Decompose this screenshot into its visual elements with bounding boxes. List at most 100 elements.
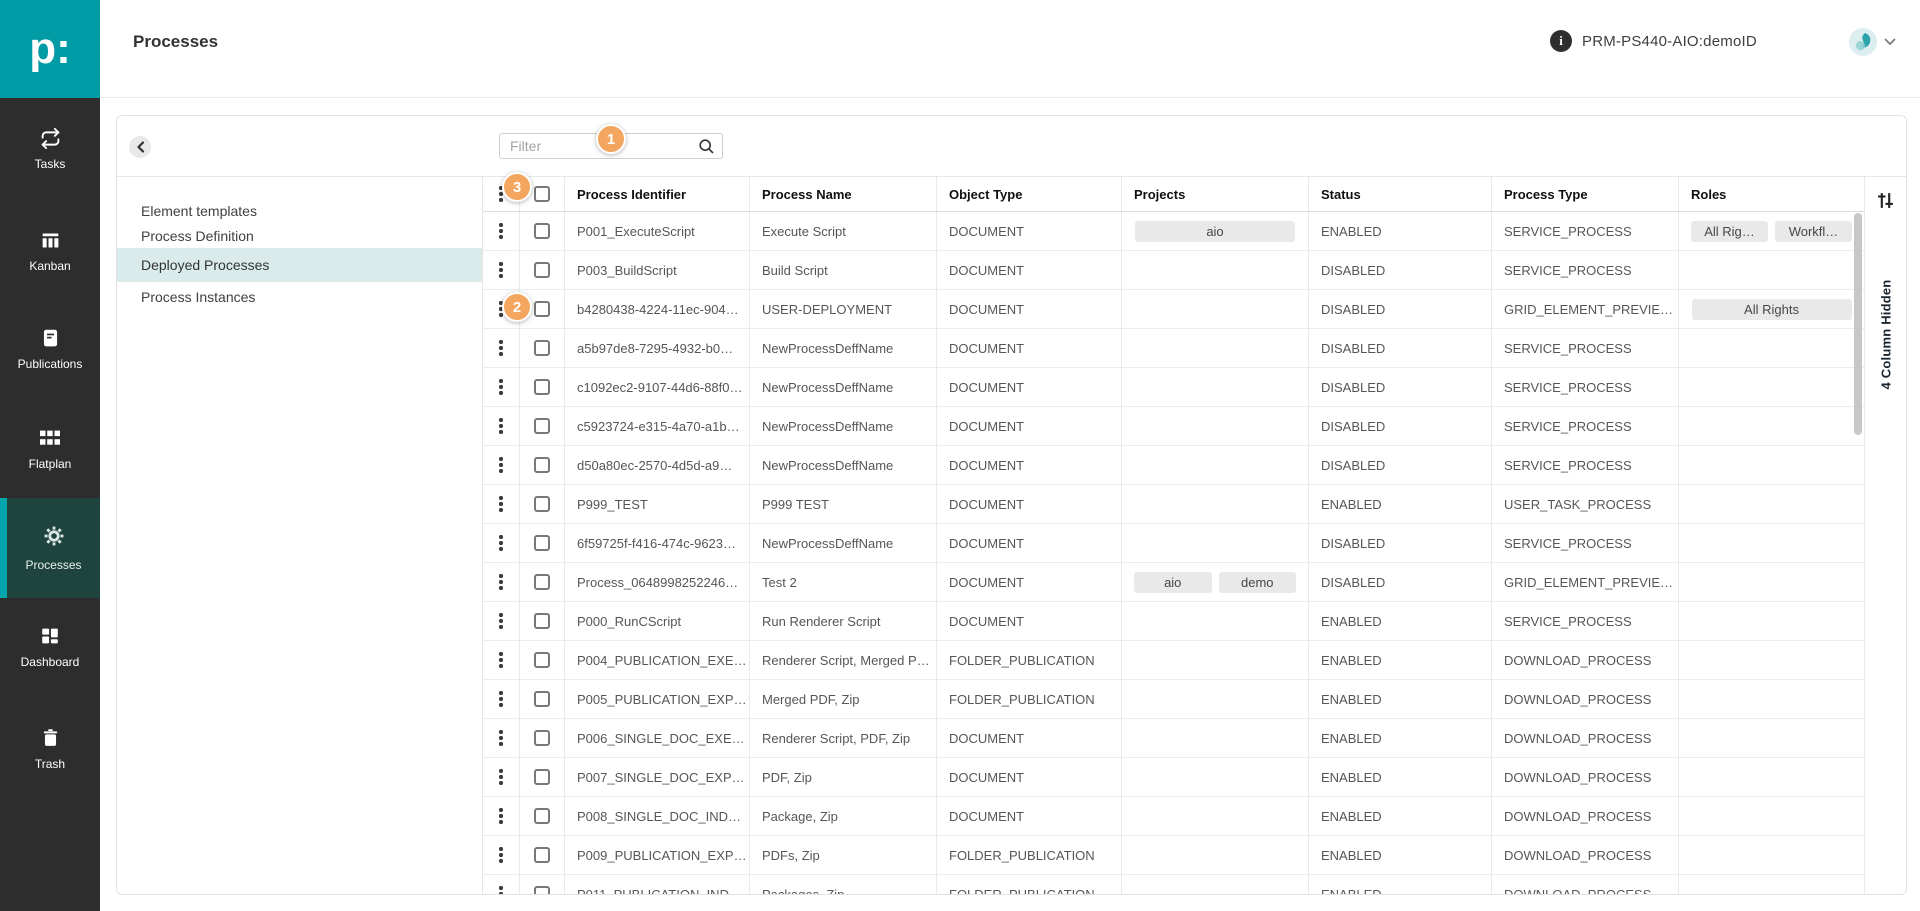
collapse-panel-button[interactable] xyxy=(129,136,151,158)
sidebar-item-label: Kanban xyxy=(29,259,70,273)
column-header-process-name[interactable]: Process Name xyxy=(750,177,937,211)
row-checkbox[interactable] xyxy=(534,340,550,356)
table-row[interactable]: P006_SINGLE_DOC_EXEC… Renderer Script, P… xyxy=(483,719,1865,758)
row-checkbox[interactable] xyxy=(534,535,550,551)
row-menu-icon[interactable] xyxy=(495,258,506,281)
table-row[interactable]: P011_PUBLICATION_INDESI… Packages, Zip F… xyxy=(483,875,1865,895)
row-checkbox[interactable] xyxy=(534,262,550,278)
process-type: DOWNLOAD_PROCESS xyxy=(1504,770,1651,785)
sidebar-item-processes[interactable]: Processes xyxy=(0,498,100,598)
sidebar-item-kanban[interactable]: Kanban xyxy=(0,228,100,273)
column-settings-icon[interactable] xyxy=(1876,190,1896,210)
table-row[interactable]: c1092ec2-9107-44d6-88f0… NewProcessDeffN… xyxy=(483,368,1865,407)
table-row[interactable]: P007_SINGLE_DOC_EXPO… PDF, Zip DOCUMENT … xyxy=(483,758,1865,797)
row-checkbox-cell xyxy=(520,797,565,835)
row-menu-icon[interactable] xyxy=(495,648,506,671)
info-icon[interactable]: i xyxy=(1550,30,1572,52)
app-logo[interactable]: p: xyxy=(0,0,100,98)
row-checkbox[interactable] xyxy=(534,301,550,317)
row-checkbox[interactable] xyxy=(534,418,550,434)
row-checkbox[interactable] xyxy=(534,379,550,395)
table-row[interactable]: 6f59725f-f416-474c-9623… NewProcessDeffN… xyxy=(483,524,1865,563)
object-type: DOCUMENT xyxy=(949,224,1024,239)
table-row[interactable]: P008_SINGLE_DOC_INDES… Package, Zip DOCU… xyxy=(483,797,1865,836)
annotation-badge-2: 2 xyxy=(502,292,532,322)
nav-item-element-templates[interactable]: Element templates xyxy=(117,198,482,223)
row-menu-icon[interactable] xyxy=(495,843,506,866)
row-menu-icon[interactable] xyxy=(495,375,506,398)
process-type: DOWNLOAD_PROCESS xyxy=(1504,887,1651,896)
table-row[interactable]: P999_TEST P999 TEST DOCUMENT ENABLED USE… xyxy=(483,485,1865,524)
row-menu-icon[interactable] xyxy=(495,765,506,788)
row-menu-icon[interactable] xyxy=(495,882,506,895)
table-row[interactable]: b4280438-4224-11ec-904… USER-DEPLOYMENT … xyxy=(483,290,1865,329)
row-checkbox[interactable] xyxy=(534,886,550,895)
nav-item-process-instances[interactable]: Process Instances xyxy=(117,282,482,312)
table-row[interactable]: P004_PUBLICATION_EXEC… Renderer Script, … xyxy=(483,641,1865,680)
row-menu-icon[interactable] xyxy=(495,726,506,749)
row-menu-cell xyxy=(483,719,520,757)
row-menu-icon[interactable] xyxy=(495,492,506,515)
column-header-projects[interactable]: Projects xyxy=(1122,177,1309,211)
row-checkbox[interactable] xyxy=(534,652,550,668)
row-checkbox[interactable] xyxy=(534,574,550,590)
sidebar-item-tasks[interactable]: Tasks xyxy=(0,126,100,171)
table-row[interactable]: P009_PUBLICATION_EXPO… PDFs, Zip FOLDER_… xyxy=(483,836,1865,875)
table-row[interactable]: d50a80ec-2570-4d5d-a9… NewProcessDeffNam… xyxy=(483,446,1865,485)
column-header-process-identifier[interactable]: Process Identifier xyxy=(565,177,750,211)
nav-item-deployed-processes[interactable]: Deployed Processes xyxy=(117,248,482,282)
table-row[interactable]: P000_RunCScript Run Renderer Script DOCU… xyxy=(483,602,1865,641)
row-menu-icon[interactable] xyxy=(495,414,506,437)
row-menu-cell xyxy=(483,485,520,523)
row-checkbox[interactable] xyxy=(534,847,550,863)
row-menu-icon[interactable] xyxy=(495,453,506,476)
row-checkbox[interactable] xyxy=(534,223,550,239)
user-menu[interactable] xyxy=(1849,28,1896,56)
table-scrollbar[interactable] xyxy=(1854,213,1862,435)
row-menu-icon[interactable] xyxy=(495,687,506,710)
search-icon[interactable] xyxy=(698,138,715,160)
process-identifier: d50a80ec-2570-4d5d-a9… xyxy=(577,458,732,473)
row-menu-icon[interactable] xyxy=(495,609,506,632)
avatar[interactable] xyxy=(1849,28,1877,56)
process-name: PDF, Zip xyxy=(762,770,812,785)
row-checkbox[interactable] xyxy=(534,808,550,824)
row-menu-icon[interactable] xyxy=(495,804,506,827)
row-menu-icon[interactable] xyxy=(495,570,506,593)
sidebar-item-trash[interactable]: Trash xyxy=(0,726,100,771)
table-row[interactable]: c5923724-e315-4a70-a1b… NewProcessDeffNa… xyxy=(483,407,1865,446)
row-menu-icon[interactable] xyxy=(495,531,506,554)
select-all-checkbox[interactable] xyxy=(534,186,550,202)
row-checkbox[interactable] xyxy=(534,691,550,707)
row-menu-icon[interactable] xyxy=(495,336,506,359)
row-checkbox[interactable] xyxy=(534,496,550,512)
row-checkbox-cell xyxy=(520,836,565,874)
row-checkbox[interactable] xyxy=(534,730,550,746)
row-checkbox[interactable] xyxy=(534,457,550,473)
process-name: NewProcessDeffName xyxy=(762,536,893,551)
nav-item-process-definition[interactable]: Process Definition xyxy=(117,223,482,248)
object-type: DOCUMENT xyxy=(949,458,1024,473)
object-type: FOLDER_PUBLICATION xyxy=(949,848,1095,863)
table-row[interactable]: a5b97de8-7295-4932-b0… NewProcessDeffNam… xyxy=(483,329,1865,368)
object-type: DOCUMENT xyxy=(949,341,1024,356)
column-header-object-type[interactable]: Object Type xyxy=(937,177,1122,211)
process-name: NewProcessDeffName xyxy=(762,419,893,434)
object-type: FOLDER_PUBLICATION xyxy=(949,653,1095,668)
sidebar-item-flatplan[interactable]: Flatplan xyxy=(0,426,100,471)
table-row[interactable]: Process_0648998252246… Test 2 DOCUMENT a… xyxy=(483,563,1865,602)
row-checkbox[interactable] xyxy=(534,613,550,629)
object-type: DOCUMENT xyxy=(949,731,1024,746)
column-header-status[interactable]: Status xyxy=(1309,177,1492,211)
column-header-process-type[interactable]: Process Type xyxy=(1492,177,1679,211)
table-row[interactable]: P001_ExecuteScript Execute Script DOCUME… xyxy=(483,212,1865,251)
table-row[interactable]: P005_PUBLICATION_EXPO… Merged PDF, Zip F… xyxy=(483,680,1865,719)
column-header-roles[interactable]: Roles xyxy=(1679,177,1865,211)
status-value: DISABLED xyxy=(1321,575,1385,590)
row-menu-icon[interactable] xyxy=(495,219,506,242)
sidebar-item-publications[interactable]: Publications xyxy=(0,326,100,371)
status-value: ENABLED xyxy=(1321,809,1382,824)
row-checkbox[interactable] xyxy=(534,769,550,785)
table-row[interactable]: P003_BuildScript Build Script DOCUMENT D… xyxy=(483,251,1865,290)
sidebar-item-dashboard[interactable]: Dashboard xyxy=(0,624,100,669)
